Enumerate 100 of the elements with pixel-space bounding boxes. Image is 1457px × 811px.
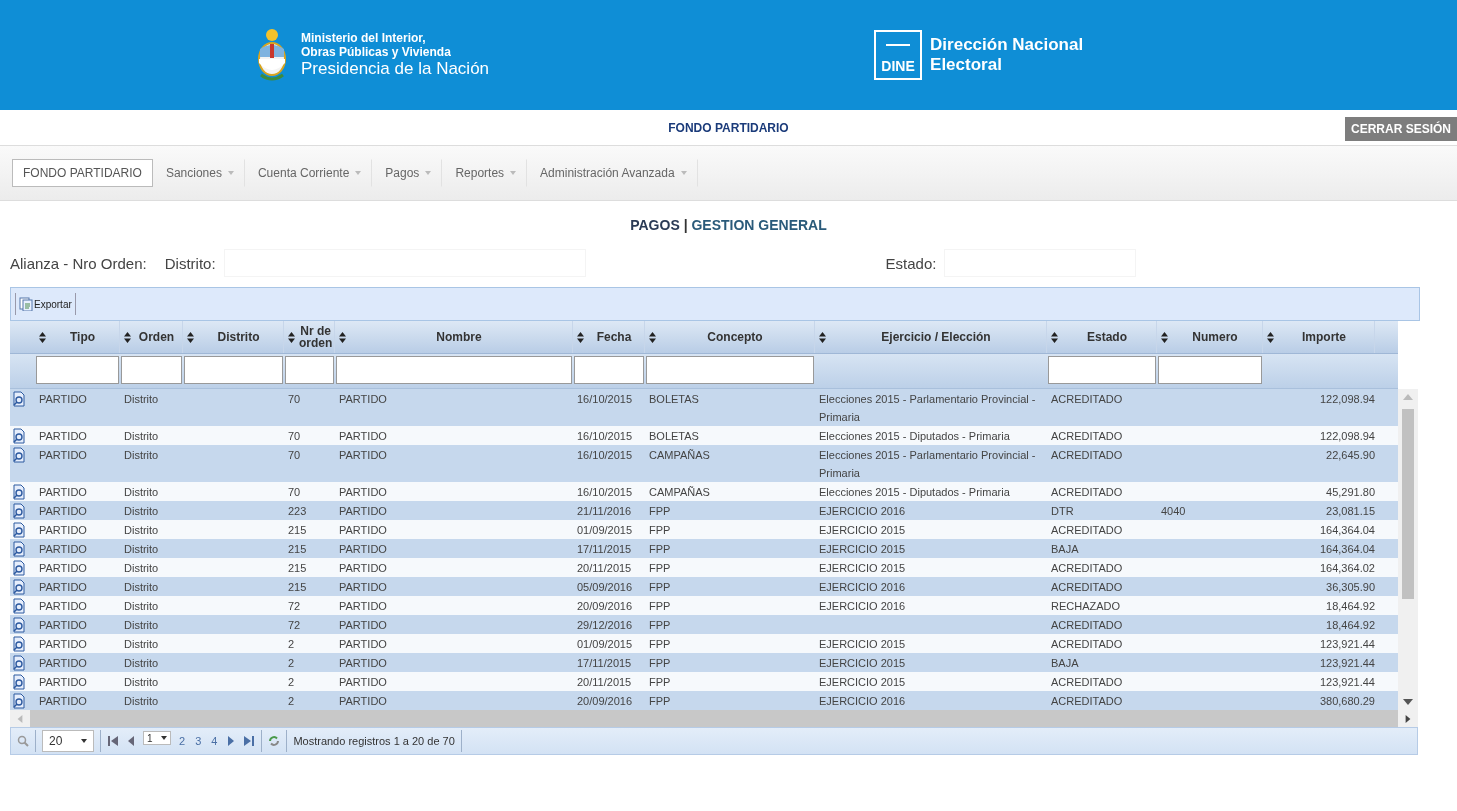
table-cell-text: Elecciones 2015 - Diputados - Primaria <box>818 429 1011 444</box>
table-cell-text: BAJA <box>1050 656 1080 671</box>
last-page-icon[interactable] <box>243 735 256 747</box>
table-cell-text: CAMPAÑAS <box>648 485 711 500</box>
horizontal-scrollbar[interactable] <box>10 710 1418 727</box>
document-search-icon[interactable] <box>12 447 26 463</box>
table-cell-text: ACREDITADO <box>1050 392 1124 407</box>
document-search-icon[interactable] <box>12 428 26 444</box>
menu-item[interactable]: Sanciones <box>154 159 245 187</box>
column-header[interactable]: Numero <box>1157 321 1263 353</box>
table-cell-text: PARTIDO <box>338 561 388 576</box>
document-search-icon[interactable] <box>12 541 26 557</box>
document-search-icon[interactable] <box>12 522 26 538</box>
document-search-icon[interactable] <box>12 484 26 500</box>
filter-field[interactable] <box>336 356 572 384</box>
table-cell-text: Elecciones 2015 - Diputados - Primaria <box>818 485 1011 500</box>
table-cell-text: Distrito <box>123 656 160 671</box>
menu-item[interactable]: Pagos <box>374 159 443 187</box>
vertical-scrollbar[interactable] <box>1398 389 1418 710</box>
export-button[interactable]: Exportar <box>15 293 76 315</box>
table-cell-text: PARTIDO <box>338 542 388 557</box>
filter-field[interactable] <box>184 356 283 384</box>
document-search-icon[interactable] <box>12 560 26 576</box>
filter-field[interactable] <box>36 356 119 384</box>
table-cell-text: PARTIDO <box>38 523 88 538</box>
column-header[interactable]: Importe <box>1263 321 1375 353</box>
page-size-select[interactable]: 20 <box>42 730 94 752</box>
refresh-icon[interactable] <box>268 735 281 747</box>
table-cell-text: 72 <box>287 599 302 614</box>
table-cell-text: Elecciones 2015 - Parlamentario Provincial - Primaria <box>818 392 1037 425</box>
table-cell-text: 01/09/2015 <box>576 523 634 538</box>
table-cell-text: 36,305.90 <box>1325 580 1375 595</box>
caret-icon <box>227 171 234 175</box>
table-cell-text: PARTIDO <box>338 392 388 407</box>
filter-field[interactable] <box>285 356 334 384</box>
table-cell-text: FPP <box>648 523 672 538</box>
table-cell-text: 4040 <box>1160 504 1187 519</box>
column-header[interactable]: Ejercicio / Elección <box>815 321 1047 353</box>
table-cell-text: 2 <box>287 637 296 652</box>
table-cell-text: 2 <box>287 675 296 690</box>
caret-icon <box>425 171 432 175</box>
menu-item[interactable]: Cuenta Corriente <box>246 159 373 187</box>
column-header[interactable]: Fecha <box>573 321 645 353</box>
table-cell-text: FPP <box>648 561 672 576</box>
table-cell-text: FPP <box>648 542 672 557</box>
column-header[interactable]: Tipo <box>35 321 120 353</box>
document-search-icon[interactable] <box>12 598 26 614</box>
sort-icon <box>1267 331 1274 343</box>
page-link[interactable]: 4 <box>209 735 220 747</box>
table-cell-text: Distrito <box>123 637 160 652</box>
document-search-icon[interactable] <box>12 391 26 407</box>
logout-button[interactable]: CERRAR SESIÓN <box>1345 117 1457 141</box>
table-cell-text: ACREDITADO <box>1050 523 1124 538</box>
page-link[interactable]: 3 <box>193 735 204 747</box>
document-search-icon[interactable] <box>12 674 26 690</box>
column-header[interactable]: Nombre <box>335 321 573 353</box>
filter-field[interactable] <box>1048 356 1156 384</box>
current-page-select[interactable]: 1 <box>143 731 171 745</box>
table-cell-text: ACREDITADO <box>1050 618 1124 633</box>
document-search-icon[interactable] <box>12 693 26 709</box>
column-header[interactable]: Orden <box>120 321 183 353</box>
down-arrow-icon[interactable] <box>1403 698 1413 706</box>
menu-item[interactable]: Administración Avanzada <box>529 159 698 187</box>
table-cell-text: PARTIDO <box>338 637 388 652</box>
filter-field[interactable] <box>1158 356 1262 384</box>
table-cell-text: 17/11/2015 <box>576 542 633 557</box>
table-cell-text: CAMPAÑAS <box>648 448 711 463</box>
table-cell-text: ACREDITADO <box>1050 637 1124 652</box>
table-cell-text: 01/09/2015 <box>576 637 634 652</box>
page-link[interactable]: 2 <box>177 735 188 747</box>
column-header[interactable]: Concepto <box>645 321 815 353</box>
column-header[interactable]: Nr de orden <box>284 321 335 353</box>
table-cell-text: Distrito <box>123 485 160 500</box>
column-header[interactable]: Distrito <box>183 321 284 353</box>
first-page-icon[interactable] <box>107 735 119 747</box>
right-arrow-icon[interactable] <box>1403 714 1413 723</box>
table-cell-text: 05/09/2016 <box>576 580 634 595</box>
menu-item[interactable]: FONDO PARTIDARIO <box>12 159 153 187</box>
document-search-icon[interactable] <box>12 617 26 633</box>
filter-field[interactable] <box>646 356 814 384</box>
table-cell-text: 164,364.04 <box>1318 542 1375 557</box>
table-cell-text: 123,921.44 <box>1318 637 1375 652</box>
table-cell-text: Distrito <box>123 561 160 576</box>
ministry-name: Ministerio del Interior, <box>301 31 427 45</box>
table-cell-text: 22,645.90 <box>1325 448 1375 463</box>
document-search-icon[interactable] <box>12 579 26 595</box>
document-search-icon[interactable] <box>12 503 26 519</box>
document-search-icon[interactable] <box>12 655 26 671</box>
table-cell-text: Distrito <box>123 448 160 463</box>
table-cell-text: Distrito <box>123 504 160 519</box>
table-cell-text: 20/09/2016 <box>576 599 634 614</box>
table-cell-text: 122,098.94 <box>1318 429 1375 444</box>
table-cell-text: 16/10/2015 <box>576 392 634 407</box>
filter-field[interactable] <box>574 356 644 384</box>
document-search-icon[interactable] <box>12 636 26 652</box>
table-cell-text: 21/11/2016 <box>576 504 633 519</box>
filter-field[interactable] <box>121 356 182 384</box>
table-cell-text: 29/12/2016 <box>576 618 634 633</box>
menu-item[interactable]: Reportes <box>444 159 528 187</box>
column-header[interactable]: Estado <box>1047 321 1157 353</box>
